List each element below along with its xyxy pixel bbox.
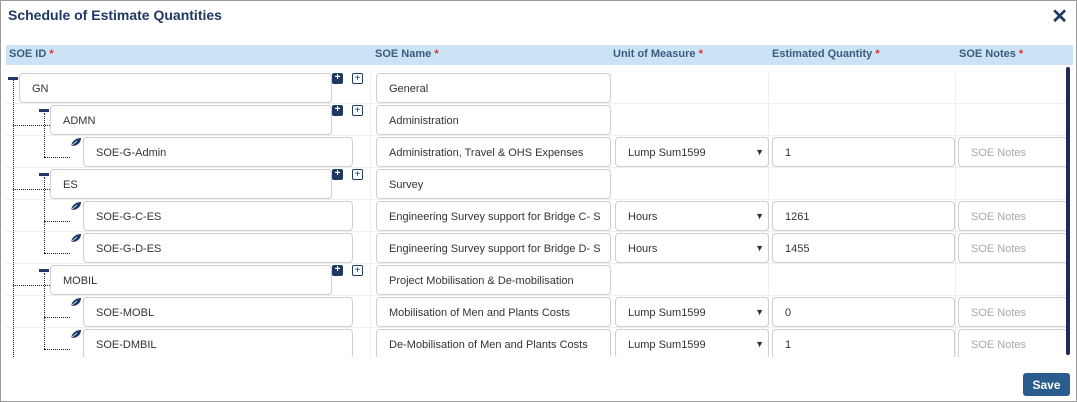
unit-select[interactable]: Lump Sum1599 ▼ (615, 297, 769, 327)
unit-select[interactable]: Lump Sum1599 ▼ (615, 329, 769, 357)
grid-body: GN + + General ADMN + + Administration S… (6, 65, 1073, 357)
grid-header: SOE ID * SOE Name * Unit of Measure * Es… (6, 45, 1073, 65)
col-header-unit[interactable]: Unit of Measure * (613, 48, 703, 60)
save-button[interactable]: Save (1023, 373, 1070, 396)
soe-id-input[interactable]: SOE-G-C-ES (83, 201, 353, 231)
close-icon[interactable]: ✕ (1051, 7, 1068, 27)
col-header-qty[interactable]: Estimated Quantity * (772, 48, 880, 60)
qty-input[interactable]: 1 (772, 329, 955, 357)
soe-id-input[interactable]: MOBIL (50, 265, 332, 295)
unit-select[interactable]: Hours ▼ (615, 201, 769, 231)
col-header-soe-name[interactable]: SOE Name * (375, 48, 439, 60)
qty-input[interactable]: 1 (772, 137, 955, 167)
dialog-title: Schedule of Estimate Quantities (8, 7, 222, 23)
notes-input[interactable]: SOE Notes (958, 137, 1068, 167)
soe-name-input[interactable]: Engineering Survey support for Bridge C-… (376, 201, 611, 231)
notes-input[interactable]: SOE Notes (958, 201, 1068, 231)
caret-down-icon: ▼ (755, 243, 764, 253)
qty-input[interactable]: 1455 (772, 233, 955, 263)
vertical-scrollbar[interactable] (1066, 67, 1070, 355)
collapse-icon[interactable] (39, 269, 49, 272)
notes-input[interactable]: SOE Notes (958, 297, 1068, 327)
unit-select[interactable]: Hours ▼ (615, 233, 769, 263)
soe-name-input[interactable]: Mobilisation of Men and Plants Costs (376, 297, 611, 327)
soe-name-input[interactable]: Administration, Travel & OHS Expenses (376, 137, 611, 167)
expand-square-icon[interactable]: + (352, 169, 363, 180)
notes-input[interactable]: SOE Notes (958, 233, 1068, 263)
qty-input[interactable]: 0 (772, 297, 955, 327)
leaf-icon (70, 202, 81, 211)
soe-name-input[interactable]: Survey (376, 169, 611, 199)
leaf-icon (70, 138, 81, 147)
col-header-notes[interactable]: SOE Notes * (959, 48, 1023, 60)
notes-input[interactable]: SOE Notes (958, 329, 1068, 357)
plus-square-icon[interactable]: + (332, 265, 343, 276)
soe-dialog: Schedule of Estimate Quantities ✕ SOE ID… (0, 0, 1077, 402)
expand-square-icon[interactable]: + (352, 265, 363, 276)
caret-down-icon: ▼ (755, 307, 764, 317)
soe-id-input[interactable]: ES (50, 169, 332, 199)
unit-select[interactable]: Lump Sum1599 ▼ (615, 137, 769, 167)
soe-name-input[interactable]: Engineering Survey support for Bridge D-… (376, 233, 611, 263)
caret-down-icon: ▼ (755, 339, 764, 349)
collapse-icon[interactable] (8, 77, 18, 80)
soe-grid: SOE ID * SOE Name * Unit of Measure * Es… (6, 45, 1073, 357)
soe-name-input[interactable]: Administration (376, 105, 611, 135)
soe-id-input[interactable]: SOE-G-Admin (83, 137, 353, 167)
soe-name-input[interactable]: General (376, 73, 611, 103)
leaf-icon (70, 298, 81, 307)
soe-id-input[interactable]: SOE-G-D-ES (83, 233, 353, 263)
expand-square-icon[interactable]: + (352, 105, 363, 116)
soe-id-input[interactable]: SOE-DMBIL (83, 329, 353, 357)
soe-name-input[interactable]: De-Mobilisation of Men and Plants Costs (376, 329, 611, 357)
qty-input[interactable]: 1261 (772, 201, 955, 231)
plus-square-icon[interactable]: + (332, 73, 343, 84)
plus-square-icon[interactable]: + (332, 105, 343, 116)
soe-id-input[interactable]: GN (19, 73, 332, 103)
expand-square-icon[interactable]: + (352, 73, 363, 84)
soe-name-input[interactable]: Project Mobilisation & De-mobilisation (376, 265, 611, 295)
collapse-icon[interactable] (39, 173, 49, 176)
soe-id-input[interactable]: ADMN (50, 105, 332, 135)
plus-square-icon[interactable]: + (332, 169, 343, 180)
caret-down-icon: ▼ (755, 147, 764, 157)
col-header-soe-id[interactable]: SOE ID * (9, 48, 54, 60)
soe-id-input[interactable]: SOE-MOBL (83, 297, 353, 327)
caret-down-icon: ▼ (755, 211, 764, 221)
leaf-icon (70, 234, 81, 243)
collapse-icon[interactable] (39, 109, 49, 112)
leaf-icon (70, 330, 81, 339)
